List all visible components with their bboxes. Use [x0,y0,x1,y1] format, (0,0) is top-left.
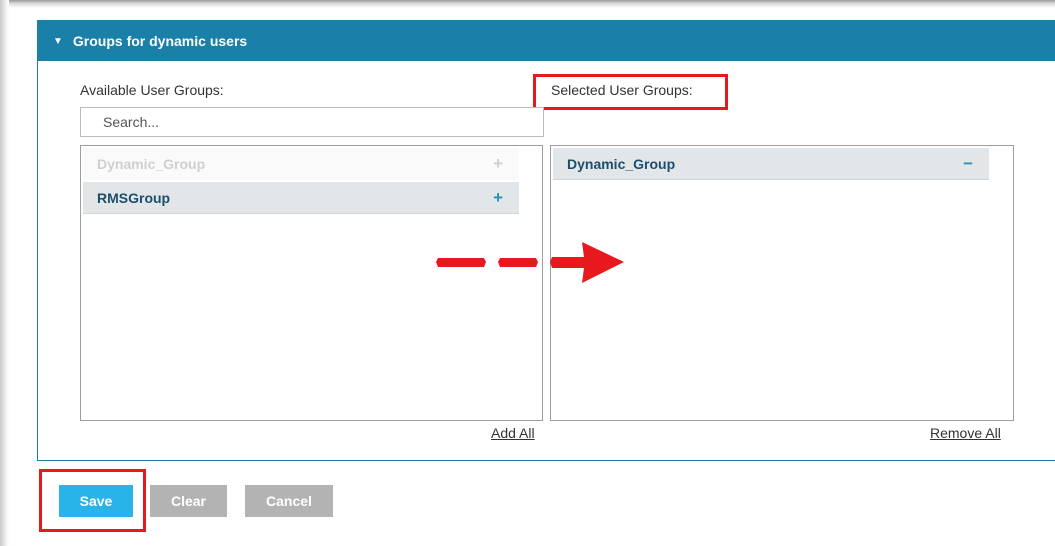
caret-down-icon[interactable]: ▼ [53,36,63,47]
arrow-head [550,242,624,283]
selected-label-highlight [533,74,728,110]
dashed-arrow-annotation [436,242,624,283]
plus-icon: + [493,154,503,173]
list-item-label: RMSGroup [97,189,171,206]
list-item-dynamic-group-available: Dynamic_Group + [83,148,519,180]
remove-all-link[interactable]: Remove All [930,425,1001,441]
window-left-shadow [0,0,9,546]
add-all-link[interactable]: Add All [491,425,535,441]
plus-icon[interactable]: + [493,188,503,208]
list-item-dynamic-group-selected[interactable]: Dynamic_Group − [553,148,989,180]
list-item-label: Dynamic_Group [567,155,676,172]
available-groups-label: Available User Groups: [80,82,224,98]
arrow-dash-1 [436,258,486,267]
list-item-rmsgroup[interactable]: RMSGroup + [83,182,519,214]
minus-icon[interactable]: − [963,154,973,174]
panel-title: Groups for dynamic users [72,33,248,49]
arrow-dash-2 [498,258,538,267]
clear-button[interactable]: Clear [150,485,227,517]
list-item-label: Dynamic_Group [97,156,206,172]
panel-header[interactable]: ▼ Groups for dynamic users [38,21,1055,61]
save-button-highlight [39,469,146,532]
cancel-button[interactable]: Cancel [245,485,333,517]
window-top-shadow [0,0,1055,8]
search-input[interactable] [80,107,544,137]
